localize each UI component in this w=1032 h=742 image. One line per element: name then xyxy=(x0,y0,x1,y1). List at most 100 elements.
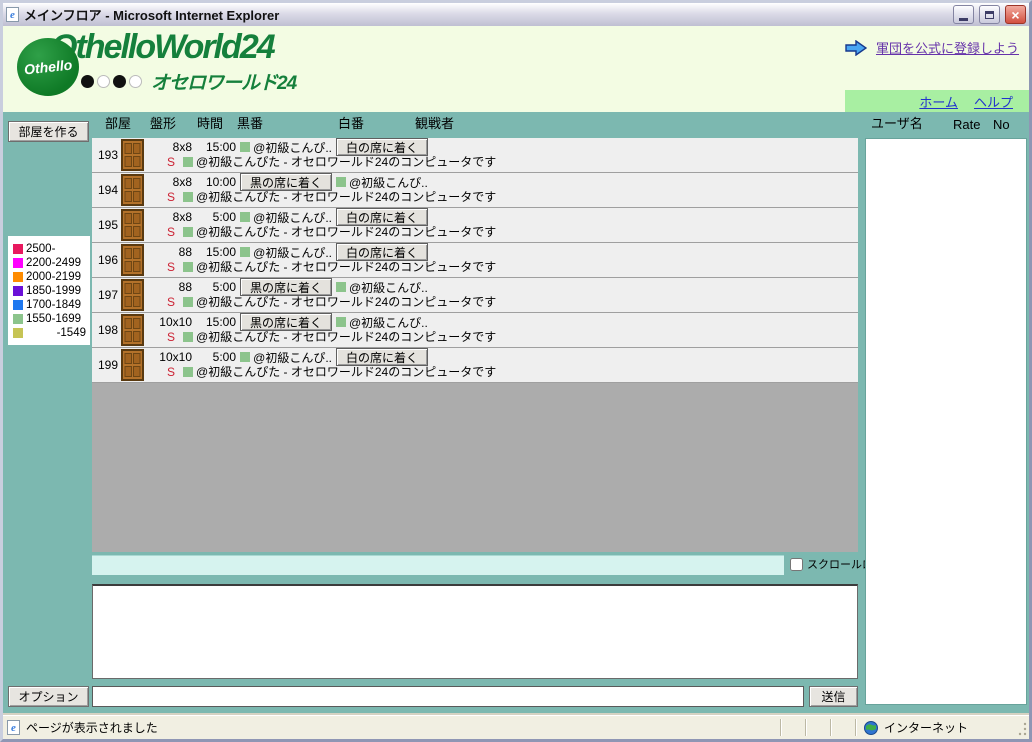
chat-input[interactable] xyxy=(92,686,804,707)
room-description: @初級こんぴた - オセロワールド24のコンピュータです xyxy=(196,258,496,275)
room-row: 199 10x10 5:00 @初級こんぴ.. 白の席に着く S @初級こんぴた… xyxy=(92,348,858,383)
create-room-button[interactable]: 部屋を作る xyxy=(8,121,89,142)
col-header-time: 時間 xyxy=(197,113,223,132)
legend-label: 1550-1699 xyxy=(26,313,86,325)
player-color-square xyxy=(336,282,346,292)
minimize-button[interactable] xyxy=(953,5,974,24)
door-icon xyxy=(121,174,144,206)
board-size: 10x10 xyxy=(144,315,192,329)
room-row: 195 8x8 5:00 @初級こんぴ.. 白の席に着く S @初級こんぴた -… xyxy=(92,208,858,243)
room-description: @初級こんぴた - オセロワールド24のコンピュータです xyxy=(196,363,496,380)
s-flag: S xyxy=(167,330,175,344)
register-link[interactable]: 軍団を公式に登録しよう xyxy=(876,38,1019,57)
status-pane xyxy=(780,719,805,736)
message-strip xyxy=(92,555,784,575)
status-bar: e ページが表示されました インターネット xyxy=(3,715,1029,739)
room-number: 195 xyxy=(98,218,118,232)
ie-page-icon: e xyxy=(6,7,19,22)
col-header-black: 黒番 xyxy=(237,113,263,132)
maximize-button[interactable] xyxy=(979,5,1000,24)
s-flag: S xyxy=(167,365,175,379)
room-number: 193 xyxy=(98,148,118,162)
legend-item: -1549 xyxy=(13,326,86,339)
status-main-pane: e ページが表示されました xyxy=(3,718,780,737)
status-zone-pane: インターネット xyxy=(855,719,1014,736)
time-limit: 10:00 xyxy=(192,175,236,189)
s-flag: S xyxy=(167,295,175,309)
board-size: 8x8 xyxy=(144,210,192,224)
users-list xyxy=(865,138,1027,705)
othello-stone-icon xyxy=(81,75,94,88)
room-description: @初級こんぴた - オセロワールド24のコンピュータです xyxy=(196,188,496,205)
logo-badge: Othello xyxy=(17,38,79,96)
main-area: 部屋を作る 2500- 2200-2499 2000-2199 1850-199… xyxy=(3,112,1029,716)
player-color-square xyxy=(183,297,193,307)
board-size: 10x10 xyxy=(144,350,192,364)
register-area: 軍団を公式に登録しよう xyxy=(845,38,1019,57)
legend-swatch xyxy=(13,272,23,282)
zone-label: インターネット xyxy=(884,719,968,736)
col-header-room: 部屋 xyxy=(105,113,131,132)
table-header: 部屋 盤形 時間 黒番 白番 観戦者 xyxy=(92,112,858,138)
chat-log xyxy=(92,584,858,679)
legend-swatch xyxy=(13,286,23,296)
window-title: メインフロア - Microsoft Internet Explorer xyxy=(24,5,948,24)
board-size: 8x8 xyxy=(144,140,192,154)
room-number: 196 xyxy=(98,253,118,267)
s-flag: S xyxy=(167,190,175,204)
scroll-lock-checkbox[interactable] xyxy=(790,558,803,571)
room-description: @初級こんぴた - オセロワールド24のコンピュータです xyxy=(196,153,496,170)
s-flag: S xyxy=(167,155,175,169)
player-color-square xyxy=(240,352,250,362)
status-text: ページが表示されました xyxy=(26,719,158,736)
col-header-spectators: 観戦者 xyxy=(415,113,454,132)
board-size: 88 xyxy=(144,280,192,294)
door-icon xyxy=(121,139,144,171)
room-row-line2: S @初級こんぴた - オセロワールド24のコンピュータです xyxy=(167,153,496,170)
player-color-square xyxy=(183,157,193,167)
options-button[interactable]: オプション xyxy=(8,686,89,707)
othello-stone-icon xyxy=(129,75,142,88)
col-header-white: 白番 xyxy=(338,113,364,132)
logo-wordmark: OthelloWorld24 xyxy=(51,28,274,67)
browser-window: e メインフロア - Microsoft Internet Explorer ×… xyxy=(0,0,1032,742)
close-button[interactable]: × xyxy=(1005,5,1026,24)
legend-item: 1850-1999 xyxy=(13,284,86,297)
door-icon xyxy=(121,314,144,346)
room-number: 197 xyxy=(98,288,118,302)
legend-item: 2200-2499 xyxy=(13,256,86,269)
resize-grip[interactable] xyxy=(1014,716,1029,739)
time-limit: 5:00 xyxy=(192,350,236,364)
legend-swatch xyxy=(13,328,23,338)
player-color-square xyxy=(336,177,346,187)
time-limit: 5:00 xyxy=(192,210,236,224)
users-header: ユーザ名 Rate No xyxy=(865,112,1028,138)
board-size: 8x8 xyxy=(144,175,192,189)
s-flag: S xyxy=(167,225,175,239)
room-number: 198 xyxy=(98,323,118,337)
send-button[interactable]: 送信 xyxy=(809,686,858,707)
help-link[interactable]: ヘルプ xyxy=(974,92,1013,111)
room-row: 194 8x8 10:00 黒の席に着く @初級こんぴ.. S @初級こんぴた … xyxy=(92,173,858,208)
board-size: 88 xyxy=(144,245,192,259)
user-col-rate: Rate xyxy=(953,117,980,132)
player-color-square xyxy=(183,192,193,202)
legend-label: 2200-2499 xyxy=(26,257,86,269)
logo-subtitle: オセロワールド24 xyxy=(151,68,296,95)
player-color-square xyxy=(183,332,193,342)
player-color-square xyxy=(183,227,193,237)
legend-item: 1700-1849 xyxy=(13,298,86,311)
room-row: 193 8x8 15:00 @初級こんぴ.. 白の席に着く S @初級こんぴた … xyxy=(92,138,858,173)
room-row: 196 88 15:00 @初級こんぴ.. 白の席に着く S @初級こんぴた -… xyxy=(92,243,858,278)
legend-item: 1550-1699 xyxy=(13,312,86,325)
othello-logo: OthelloWorld24 Othello オセロワールド24 xyxy=(17,30,347,110)
room-description: @初級こんぴた - オセロワールド24のコンピュータです xyxy=(196,223,496,240)
room-number: 194 xyxy=(98,183,118,197)
lobby-panel: 部屋 盤形 時間 黒番 白番 観戦者 193 8x8 15:00 @初級こんぴ.… xyxy=(92,112,858,716)
player-color-square xyxy=(183,262,193,272)
globe-icon xyxy=(864,721,878,735)
home-link[interactable]: ホーム xyxy=(919,92,958,111)
room-row: 198 10x10 15:00 黒の席に着く @初級こんぴ.. S @初級こんぴ… xyxy=(92,313,858,348)
status-pane xyxy=(830,719,855,736)
status-page-icon: e xyxy=(7,720,20,735)
